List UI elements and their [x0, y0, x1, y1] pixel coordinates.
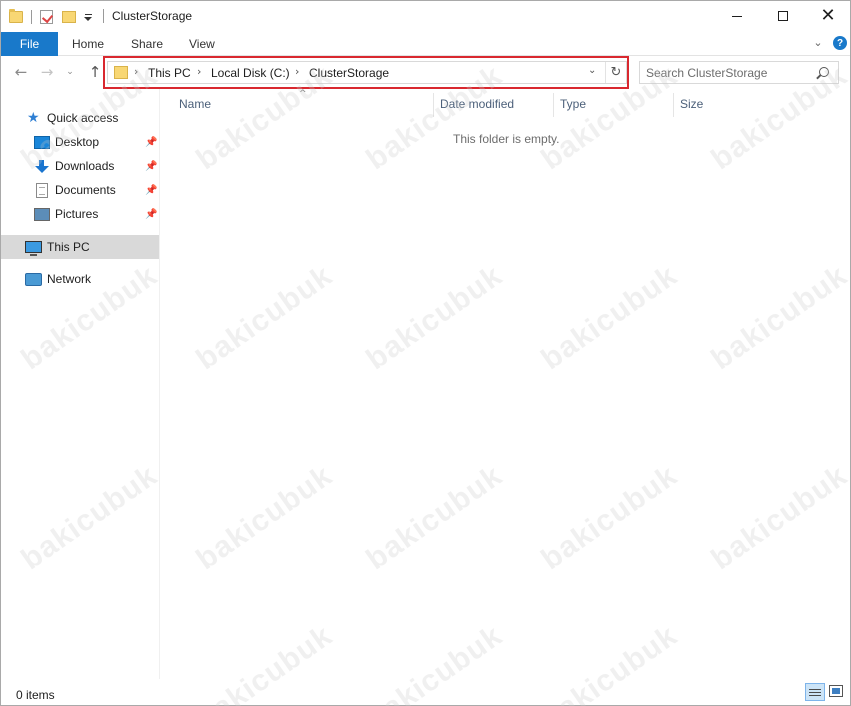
maximize-icon	[778, 11, 788, 21]
title-separator	[103, 9, 104, 23]
nav-this-pc[interactable]: This PC	[25, 236, 90, 258]
status-bar: 0 items	[1, 681, 850, 705]
column-header-date-modified[interactable]: Date modified	[440, 97, 514, 111]
pin-icon: 📌	[145, 185, 158, 196]
column-divider[interactable]	[673, 93, 674, 117]
expand-ribbon-chevron-icon[interactable]: ⌄	[812, 36, 824, 49]
column-divider[interactable]	[433, 93, 434, 117]
desktop-icon	[34, 135, 50, 149]
nav-quick-access[interactable]: ★ Quick access	[27, 107, 118, 129]
tab-view[interactable]: View	[189, 37, 215, 51]
search-input[interactable]: Search ClusterStorage	[639, 61, 839, 84]
pin-icon: 📌	[145, 137, 158, 148]
details-view-icon[interactable]	[805, 683, 825, 701]
star-icon: ★	[27, 110, 40, 126]
window-title: ClusterStorage	[112, 9, 193, 23]
new-folder-icon[interactable]	[62, 11, 76, 23]
forward-arrow-icon[interactable]: →	[39, 63, 55, 81]
empty-folder-message: This folder is empty.	[453, 132, 560, 146]
help-icon[interactable]: ?	[833, 36, 847, 50]
explorer-window: ClusterStorage ✕ File Home Share View ⌄ …	[0, 0, 851, 706]
nav-item-desktop[interactable]: Desktop	[34, 131, 99, 153]
folder-icon	[9, 9, 23, 23]
computer-icon	[25, 241, 42, 256]
nav-network-label: Network	[47, 272, 92, 286]
up-arrow-icon[interactable]: ↑	[87, 63, 103, 81]
network-icon	[25, 272, 42, 286]
sort-ascending-icon: ^	[299, 89, 307, 99]
nav-item-downloads[interactable]: Downloads	[34, 155, 114, 177]
large-icons-view-icon[interactable]	[829, 685, 843, 697]
nav-item-pictures[interactable]: Pictures	[34, 203, 98, 225]
pin-icon: 📌	[145, 209, 158, 220]
nav-item-label: Pictures	[55, 207, 99, 221]
file-list[interactable]: ^ Name Date modified Type Size This fold…	[161, 89, 850, 679]
pictures-icon	[34, 207, 50, 221]
minimize-icon	[732, 15, 742, 17]
column-header-size[interactable]: Size	[680, 97, 703, 111]
maximize-button[interactable]	[760, 1, 806, 31]
recent-locations-chevron-icon[interactable]: ⌄	[62, 64, 78, 80]
close-button[interactable]: ✕	[805, 1, 851, 31]
column-header-name[interactable]: Name	[179, 97, 211, 111]
column-divider[interactable]	[553, 93, 554, 117]
download-arrow-icon	[34, 159, 50, 173]
address-bar-highlight-box	[103, 56, 629, 89]
search-icon[interactable]	[819, 67, 829, 77]
minimize-button[interactable]	[714, 1, 760, 31]
search-placeholder: Search ClusterStorage	[646, 66, 768, 80]
nav-quick-access-label: Quick access	[47, 111, 119, 125]
back-arrow-icon[interactable]: ←	[13, 63, 29, 81]
nav-this-pc-label: This PC	[47, 240, 90, 254]
tab-home[interactable]: Home	[72, 37, 104, 51]
properties-icon[interactable]	[40, 10, 53, 24]
tab-file[interactable]: File	[1, 32, 58, 56]
ribbon: File Home Share View ⌄ ?	[1, 32, 850, 56]
document-icon	[36, 182, 48, 198]
customize-toolbar-dropdown-icon[interactable]	[83, 10, 93, 24]
nav-network[interactable]: Network	[25, 268, 91, 290]
nav-item-documents[interactable]: Documents	[34, 179, 116, 201]
nav-item-label: Desktop	[55, 135, 100, 149]
column-header-type[interactable]: Type	[560, 97, 586, 111]
pin-icon: 📌	[145, 161, 158, 172]
close-icon: ✕	[820, 5, 836, 26]
navigation-pane: ★ Quick access Desktop 📌 Downloads 📌 Doc…	[1, 89, 160, 679]
nav-item-label: Downloads	[55, 159, 115, 173]
toolbar-separator	[31, 10, 32, 24]
tab-share[interactable]: Share	[131, 37, 163, 51]
title-bar: ClusterStorage ✕	[1, 1, 850, 32]
item-count: 0 items	[16, 688, 55, 702]
nav-item-label: Documents	[55, 183, 116, 197]
quick-access-toolbar	[9, 8, 99, 26]
